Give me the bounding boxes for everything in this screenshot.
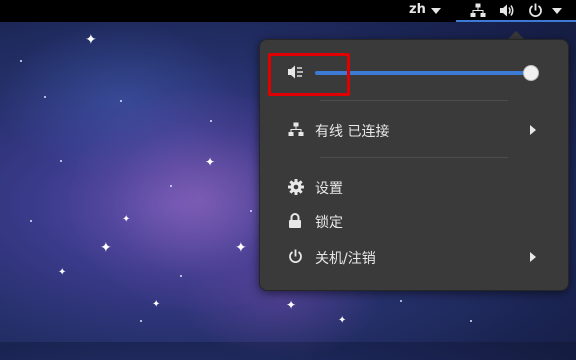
star bbox=[140, 320, 142, 322]
language-indicator[interactable]: zh bbox=[409, 2, 426, 17]
star: ✦ bbox=[100, 240, 112, 256]
chevron-down-icon[interactable] bbox=[431, 8, 441, 14]
volume-slider-handle[interactable] bbox=[523, 65, 539, 81]
star bbox=[44, 96, 46, 98]
star: ✦ bbox=[205, 155, 216, 169]
star bbox=[250, 210, 252, 212]
network-wired-icon bbox=[470, 3, 486, 17]
chevron-down-icon bbox=[552, 8, 562, 14]
star bbox=[210, 120, 212, 122]
settings-label: 设置 bbox=[315, 181, 343, 197]
star: ✦ bbox=[122, 214, 131, 225]
chevron-right-icon bbox=[530, 252, 536, 262]
network-wired-icon bbox=[288, 122, 304, 136]
network-label: 有线 已连接 bbox=[315, 124, 390, 140]
star: ✦ bbox=[152, 299, 161, 310]
system-status-area[interactable] bbox=[456, 0, 568, 22]
network-item[interactable]: 有线 已连接 bbox=[260, 117, 568, 143]
settings-item[interactable]: 设置 bbox=[260, 174, 568, 200]
power-icon bbox=[289, 249, 302, 263]
star bbox=[180, 275, 182, 277]
lock-icon bbox=[289, 213, 301, 228]
power-icon bbox=[529, 3, 542, 17]
star bbox=[400, 300, 402, 302]
power-off-label: 关机/注销 bbox=[315, 251, 376, 267]
star bbox=[120, 100, 122, 102]
star bbox=[20, 60, 22, 62]
star bbox=[30, 220, 32, 222]
active-indicator bbox=[456, 20, 576, 22]
star: ✦ bbox=[58, 267, 67, 278]
separator bbox=[320, 157, 508, 158]
star bbox=[470, 320, 472, 322]
star: ✦ bbox=[235, 240, 247, 256]
star: ✦ bbox=[286, 298, 297, 312]
chevron-right-icon bbox=[530, 125, 536, 135]
gear-icon bbox=[288, 179, 304, 195]
star bbox=[60, 160, 62, 162]
star: ✦ bbox=[338, 315, 347, 326]
star bbox=[170, 185, 172, 187]
highlight-box bbox=[268, 53, 350, 96]
lock-label: 锁定 bbox=[315, 215, 343, 231]
lock-item[interactable]: 锁定 bbox=[260, 208, 568, 234]
power-off-item[interactable]: 关机/注销 bbox=[260, 244, 568, 270]
separator bbox=[320, 100, 508, 101]
star: ✦ bbox=[85, 32, 97, 48]
top-panel: zh bbox=[0, 0, 576, 22]
volume-icon bbox=[500, 4, 514, 17]
